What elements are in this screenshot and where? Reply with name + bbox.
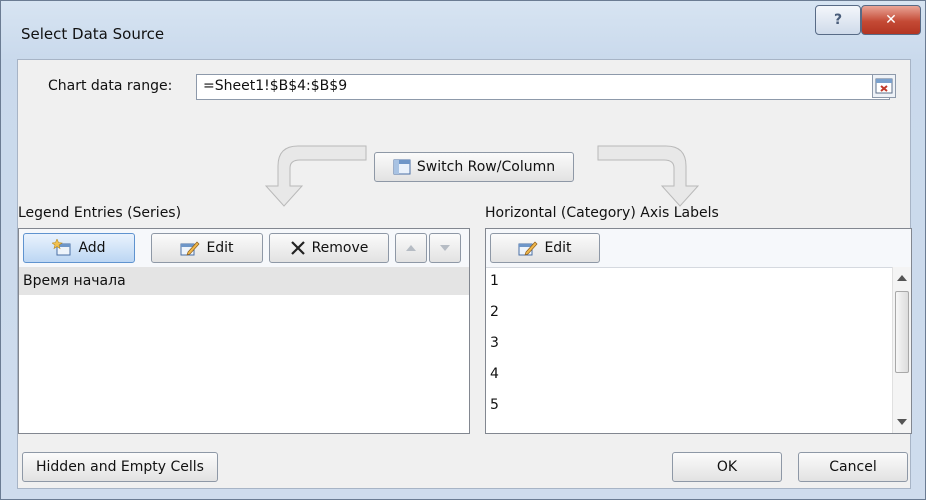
edit-series-button[interactable]: Edit bbox=[151, 233, 263, 263]
axis-labels-heading: Horizontal (Category) Axis Labels bbox=[485, 205, 719, 221]
dialog-title: Select Data Source bbox=[21, 25, 165, 43]
axis-label-item[interactable]: 4 bbox=[486, 366, 911, 382]
move-up-icon bbox=[406, 245, 416, 251]
axis-label-item[interactable]: 2 bbox=[486, 304, 911, 320]
scroll-thumb[interactable] bbox=[895, 291, 909, 373]
hidden-empty-cells-button[interactable]: Hidden and Empty Cells bbox=[22, 452, 218, 482]
axis-label-item[interactable]: 3 bbox=[486, 335, 911, 351]
close-button[interactable]: ✕ bbox=[861, 5, 921, 35]
switch-icon bbox=[393, 159, 411, 175]
chart-data-range-label: Chart data range: bbox=[48, 78, 173, 94]
range-collapse-button[interactable] bbox=[872, 74, 896, 98]
title-bar: Select Data Source ? ✕ bbox=[1, 1, 925, 45]
move-up-button[interactable] bbox=[395, 233, 427, 263]
series-item[interactable]: Время начала bbox=[19, 267, 469, 295]
dialog-body: Chart data range: =Sheet1!$B$4:$B$9 Swit… bbox=[17, 59, 912, 489]
edit-axis-labels-label: Edit bbox=[544, 240, 572, 256]
axis-toolbar: Edit bbox=[486, 229, 911, 268]
add-series-label: Add bbox=[78, 240, 106, 256]
hidden-empty-cells-label: Hidden and Empty Cells bbox=[36, 459, 204, 475]
legend-entries-panel: Add Edit Remove Время начала bbox=[18, 228, 470, 434]
switch-row-column-button[interactable]: Switch Row/Column bbox=[374, 152, 574, 182]
chart-data-range-input[interactable]: =Sheet1!$B$4:$B$9 bbox=[196, 74, 890, 100]
remove-icon bbox=[290, 241, 305, 255]
cancel-button[interactable]: Cancel bbox=[798, 452, 908, 482]
move-down-icon bbox=[440, 245, 450, 251]
remove-series-button[interactable]: Remove bbox=[269, 233, 389, 263]
scroll-down-icon[interactable] bbox=[897, 419, 907, 425]
select-data-source-dialog: Select Data Source ? ✕ Chart data range:… bbox=[0, 0, 926, 500]
move-down-button[interactable] bbox=[429, 233, 461, 263]
right-curved-arrow bbox=[597, 145, 700, 207]
legend-toolbar: Add Edit Remove bbox=[19, 229, 469, 268]
add-series-button[interactable]: Add bbox=[23, 233, 135, 263]
edit-series-label: Edit bbox=[206, 240, 234, 256]
edit-icon bbox=[180, 241, 200, 256]
axis-label-item[interactable]: 1 bbox=[486, 273, 911, 289]
legend-entries-heading: Legend Entries (Series) bbox=[18, 205, 182, 221]
axis-label-item[interactable]: 5 bbox=[486, 397, 911, 413]
ok-label: OK bbox=[716, 459, 738, 475]
edit-icon bbox=[518, 241, 538, 256]
ok-button[interactable]: OK bbox=[672, 452, 782, 482]
switch-row-column-label: Switch Row/Column bbox=[416, 159, 556, 175]
remove-series-label: Remove bbox=[311, 240, 369, 256]
range-collapse-icon bbox=[875, 78, 893, 94]
help-button[interactable]: ? bbox=[815, 5, 861, 35]
axis-labels-panel: Edit 1 2 3 4 5 bbox=[485, 228, 912, 434]
edit-axis-labels-button[interactable]: Edit bbox=[490, 233, 600, 263]
add-icon bbox=[52, 239, 71, 256]
axis-labels-scrollbar[interactable] bbox=[892, 267, 911, 433]
cancel-label: Cancel bbox=[829, 459, 877, 475]
scroll-up-icon[interactable] bbox=[897, 275, 907, 281]
left-curved-arrow bbox=[264, 145, 367, 207]
